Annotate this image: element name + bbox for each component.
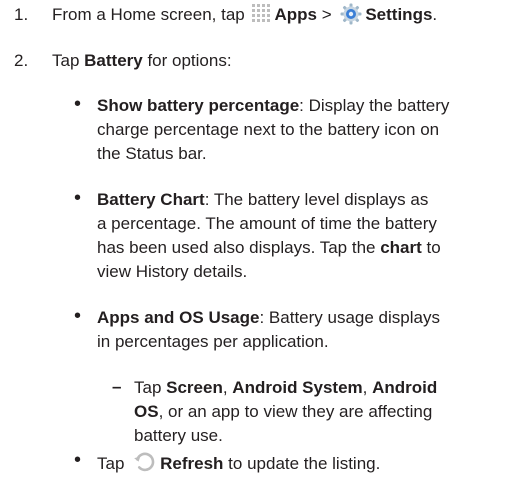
term: Battery Chart xyxy=(97,190,205,209)
step-number: 1. xyxy=(14,5,29,24)
bullet-line: Tap Refresh to update the listing. xyxy=(97,450,380,475)
bullet-line: view History details. xyxy=(97,262,248,281)
android-system-label: Android System xyxy=(232,378,363,397)
bullet-line: charge percentage next to the battery ic… xyxy=(97,120,440,139)
chart-label: chart xyxy=(380,238,422,257)
term: Show battery percentage xyxy=(97,96,300,115)
bullet-line: in percentages per application. xyxy=(97,332,329,351)
bullet-line: has been used also displays. Tap the cha… xyxy=(97,238,441,257)
step-number: 2. xyxy=(14,51,29,70)
bullet-line: Apps and OS Usage: Battery usage display… xyxy=(97,308,440,327)
term: Apps and OS Usage xyxy=(97,308,260,327)
sub-line: OS, or an app to view they are affecting xyxy=(134,402,433,421)
bullet-marker: • xyxy=(74,187,82,209)
bullet-marker: • xyxy=(74,305,82,327)
settings-gear-icon xyxy=(340,3,362,25)
bullet-line: Show battery percentage: Display the bat… xyxy=(97,96,450,115)
settings-label: Settings xyxy=(365,5,433,24)
bullet-line: the Status bar. xyxy=(97,144,207,163)
bullet-marker: • xyxy=(74,93,82,115)
os-label: OS xyxy=(134,402,159,421)
refresh-label: Refresh xyxy=(160,454,224,473)
battery-label: Battery xyxy=(84,51,143,70)
step-2-text: Tap Battery for options: xyxy=(52,51,232,70)
dash-marker: – xyxy=(112,377,122,396)
sub-line: Tap Screen, Android System, Android xyxy=(134,378,438,397)
apps-grid-icon xyxy=(251,3,271,23)
step-1-text: From a Home screen, tap Apps > Settings. xyxy=(52,3,438,25)
apps-label: Apps xyxy=(274,5,317,24)
android-label: Android xyxy=(372,378,438,397)
bullet-marker: • xyxy=(74,449,82,471)
refresh-icon xyxy=(133,450,157,474)
bullet-line: Battery Chart: The battery level display… xyxy=(97,190,429,209)
bullet-line: a percentage. The amount of time the bat… xyxy=(97,214,437,233)
screen-label: Screen xyxy=(166,378,223,397)
sub-line: battery use. xyxy=(134,426,223,445)
